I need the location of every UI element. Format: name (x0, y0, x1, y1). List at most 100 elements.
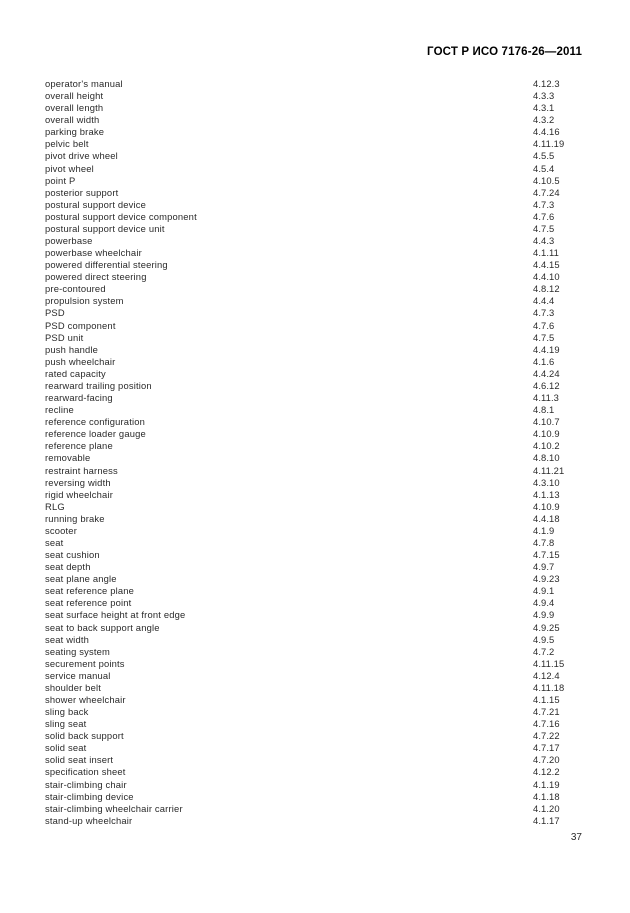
index-entry: RLG 4.10.9 (45, 501, 585, 513)
index-entry: restraint harness 4.11.21 (45, 465, 585, 477)
index-entry-term: solid seat (45, 742, 87, 754)
index-entry: solid seat insert 4.7.20 (45, 754, 585, 766)
index-entry: PSD component 4.7.6 (45, 320, 585, 332)
index-entry-term: push handle (45, 343, 99, 355)
index-entry-reference: 4.1.13 (533, 488, 560, 500)
index-entry-term: seating system (45, 645, 111, 657)
index-entry-term: shoulder belt (45, 681, 102, 693)
index-entry-reference: 4.9.25 (533, 621, 560, 633)
index-entry-reference: 4.7.24 (533, 186, 560, 198)
index-entry-term: rated capacity (45, 367, 106, 379)
index-entry-term: overall length (45, 102, 104, 114)
index-entry-reference: 4.7.16 (533, 718, 560, 730)
index-entry: seating system 4.7.2 (45, 646, 585, 658)
index-entry-term: powered differential steering (45, 259, 168, 271)
index-entry-term: stair-climbing device (45, 790, 134, 802)
index-entry-term: PSD component (45, 319, 116, 331)
index-entry-reference: 4.1.19 (533, 778, 560, 790)
index-entry-term: running brake (45, 512, 105, 524)
index-entry-reference: 4.5.4 (533, 162, 555, 174)
index-entry-reference: 4.4.15 (533, 259, 560, 271)
index-entry-reference: 4.10.2 (533, 440, 560, 452)
index-entry: pivot wheel 4.5.4 (45, 163, 585, 175)
index-entry: reference loader gauge 4.10.9 (45, 428, 585, 440)
index-entry-reference: 4.12.3 (533, 78, 560, 89)
index-entry-term: reference plane (45, 440, 113, 452)
index-entry-reference: 4.7.3 (533, 307, 555, 319)
document-page: ГОСТ Р ИСО 7176-26—2011 operator's manua… (0, 0, 630, 913)
index-entry: solid seat 4.7.17 (45, 742, 585, 754)
index-entry: postural support device component 4.7.6 (45, 211, 585, 223)
index-entry: seat width 4.9.5 (45, 634, 585, 646)
index-entry: overall width 4.3.2 (45, 114, 585, 126)
index-entry-reference: 4.7.21 (533, 706, 560, 718)
index-entry-term: rearward trailing position (45, 379, 152, 391)
index-entry-reference: 4.9.1 (533, 585, 555, 597)
index-entry-reference: 4.1.6 (533, 355, 555, 367)
index-entry: powerbase 4.4.3 (45, 235, 585, 247)
index-entry: reversing width 4.3.10 (45, 477, 585, 489)
index-entry-reference: 4.7.17 (533, 742, 560, 754)
index-entry-reference: 4.11.15 (533, 657, 565, 669)
index-entry-term: solid seat insert (45, 754, 114, 766)
index-entry-term: sling back (45, 706, 89, 718)
index-entry-term: sling seat (45, 718, 87, 730)
index-entry-term: removable (45, 452, 91, 464)
index-entry-reference: 4.7.15 (533, 549, 560, 561)
index-entry: running brake 4.4.18 (45, 513, 585, 525)
index-entry-term: stair-climbing wheelchair carrier (45, 802, 183, 814)
index-entry-term: seat depth (45, 561, 91, 573)
index-entry-term: pivot drive wheel (45, 150, 118, 162)
index-entry-reference: 4.3.2 (533, 114, 555, 126)
index-entry-term: reference configuration (45, 416, 146, 428)
index-entry-reference: 4.3.3 (533, 90, 555, 102)
index-entry: service manual 4.12.4 (45, 670, 585, 682)
index-entry: sling seat 4.7.16 (45, 718, 585, 730)
index-entry-reference: 4.4.4 (533, 295, 555, 307)
index-entry-term: pre-contoured (45, 283, 106, 295)
index-entry: shoulder belt 4.11.18 (45, 682, 585, 694)
index-entry: pelvic belt 4.11.19 (45, 138, 585, 150)
alphabetical-index-list: operator's manual 4.12.3 overall height 4.3… (45, 78, 585, 827)
index-entry-term: seat (45, 536, 64, 548)
index-entry: operator's manual 4.12.3 (45, 78, 585, 90)
index-entry-reference: 4.8.12 (533, 283, 560, 295)
index-entry: propulsion system 4.4.4 (45, 295, 585, 307)
index-entry-reference: 4.1.17 (533, 814, 560, 826)
index-entry-term: overall width (45, 114, 100, 126)
index-entry-reference: 4.10.9 (533, 428, 560, 440)
index-entry-reference: 4.4.10 (533, 271, 560, 283)
index-entry: point P 4.10.5 (45, 175, 585, 187)
index-entry-term: restraint harness (45, 464, 118, 476)
index-entry: rearward-facing 4.11.3 (45, 392, 585, 404)
index-entry-term: postural support device component (45, 210, 197, 222)
index-entry-reference: 4.10.5 (533, 174, 560, 186)
index-entry: seat reference point 4.9.4 (45, 597, 585, 609)
page-number: 37 (570, 832, 582, 843)
index-entry-reference: 4.4.24 (533, 367, 560, 379)
index-entry-term: point P (45, 174, 76, 186)
index-entry: shower wheelchair 4.1.15 (45, 694, 585, 706)
index-entry-reference: 4.10.7 (533, 416, 560, 428)
index-entry: powered direct steering 4.4.10 (45, 271, 585, 283)
index-entry: solid back support 4.7.22 (45, 730, 585, 742)
index-entry-term: specification sheet (45, 766, 126, 778)
index-entry-term: stair-climbing chair (45, 778, 127, 790)
index-entry: push wheelchair 4.1.6 (45, 356, 585, 368)
index-entry-reference: 4.12.2 (533, 766, 560, 778)
index-entry-reference: 4.7.2 (533, 645, 555, 657)
index-entry-reference: 4.7.8 (533, 536, 555, 548)
index-entry-term: rigid wheelchair (45, 488, 114, 500)
index-entry-term: securement points (45, 657, 125, 669)
index-entry-term: pivot wheel (45, 162, 94, 174)
index-entry-term: parking brake (45, 126, 105, 138)
index-entry-term: pelvic belt (45, 138, 89, 150)
index-entry: seat to back support angle 4.9.25 (45, 622, 585, 634)
index-entry-reference: 4.9.4 (533, 597, 555, 609)
index-entry: stair-climbing device 4.1.18 (45, 791, 585, 803)
index-entry: rearward trailing position 4.6.12 (45, 380, 585, 392)
index-entry: pivot drive wheel 4.5.5 (45, 150, 585, 162)
index-entry: seat surface height at front edge 4.9.9 (45, 609, 585, 621)
index-entry: powered differential steering 4.4.15 (45, 259, 585, 271)
index-entry-term: rearward-facing (45, 392, 113, 404)
